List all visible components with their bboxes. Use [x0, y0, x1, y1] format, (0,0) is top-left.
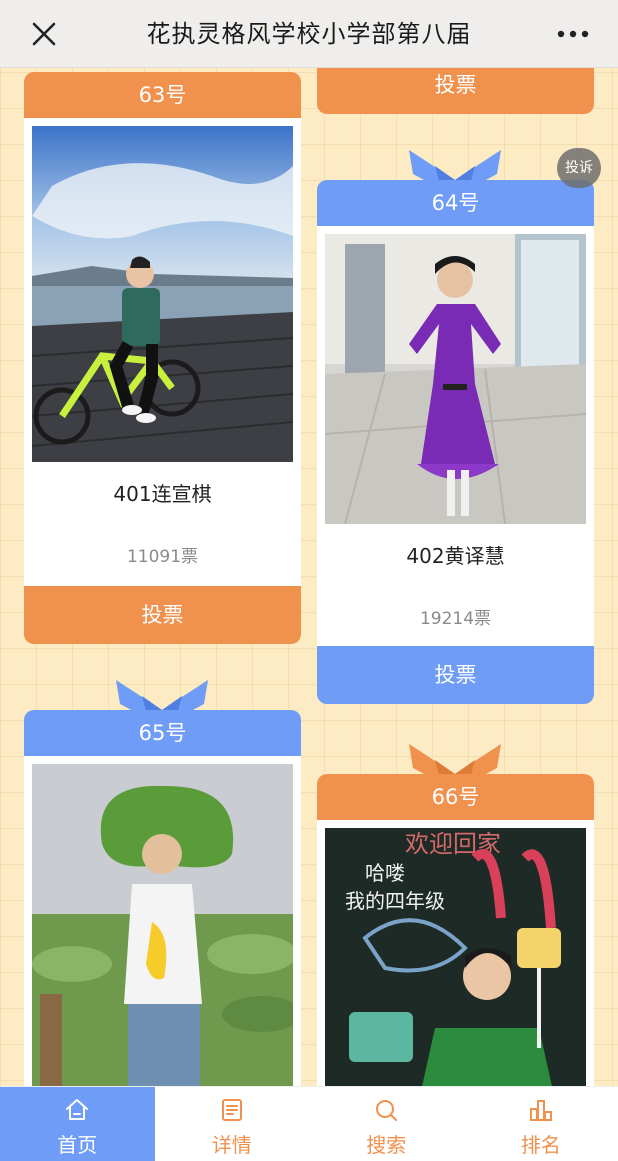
chalk-text-1: 哈喽: [365, 861, 405, 885]
contestant-card-62: 投票: [317, 68, 594, 114]
nav-search[interactable]: 搜索: [309, 1087, 464, 1161]
more-options-icon[interactable]: [556, 24, 590, 44]
title-bar: 花执灵格风学校小学部第八届: [0, 0, 618, 68]
contestant-number: 65号: [24, 710, 301, 756]
nav-details[interactable]: 详情: [155, 1087, 310, 1161]
contestant-photo[interactable]: [32, 126, 293, 462]
contestant-number: 64号: [317, 180, 594, 226]
page-title: 花执灵格风学校小学部第八届: [146, 20, 472, 48]
contestant-card-66: 66号 欢迎回家 哈喽 我的四年级: [317, 738, 594, 1086]
bottom-navigation: 首页 详情 搜索 排名: [0, 1086, 618, 1161]
vote-button[interactable]: 投票: [317, 68, 594, 114]
nav-label: 排名: [520, 1133, 561, 1157]
contestant-number: 66号: [317, 774, 594, 820]
contestant-card-65: 65号: [24, 674, 301, 1086]
contestant-card-63: 63号 401连宣棋 11091票 投票: [24, 72, 301, 644]
card-body: [24, 756, 301, 1086]
contestant-name: 401连宣棋: [113, 482, 212, 506]
card-body: 401连宣棋 11091票: [24, 118, 301, 586]
details-icon: [221, 1099, 242, 1121]
vote-count: 11091票: [126, 547, 199, 567]
contestant-number: 63号: [24, 72, 301, 118]
card-body: 欢迎回家 哈喽 我的四年级: [317, 820, 594, 1086]
nav-label: 首页: [57, 1133, 98, 1157]
ranking-icon: [529, 1100, 552, 1121]
close-icon[interactable]: [30, 20, 58, 48]
nav-home[interactable]: 首页: [0, 1087, 155, 1161]
contestant-grid: 63号 401连宣棋 11091票 投票 投票 64号 402黄译慧 19214…: [0, 68, 618, 1086]
card-body: 402黄译慧 19214票: [317, 226, 594, 654]
vote-count: 19214票: [419, 609, 492, 629]
nav-label: 详情: [211, 1133, 252, 1157]
contestant-name: 402黄译慧: [406, 544, 505, 568]
nav-label: 搜索: [366, 1133, 407, 1157]
contestant-photo[interactable]: 欢迎回家 哈喽 我的四年级: [325, 828, 586, 1086]
home-icon: [66, 1099, 88, 1120]
vote-button[interactable]: 投票: [24, 586, 301, 644]
chalk-text-2: 我的四年级: [345, 889, 445, 913]
contestant-card-64: 64号 402黄译慧 19214票 投票: [317, 144, 594, 710]
search-icon: [376, 1100, 397, 1121]
report-button[interactable]: 投诉: [557, 148, 601, 188]
contestant-photo[interactable]: [32, 764, 293, 1086]
contestant-photo[interactable]: [325, 234, 586, 524]
vote-button[interactable]: 投票: [317, 646, 594, 704]
nav-ranking[interactable]: 排名: [464, 1087, 618, 1161]
